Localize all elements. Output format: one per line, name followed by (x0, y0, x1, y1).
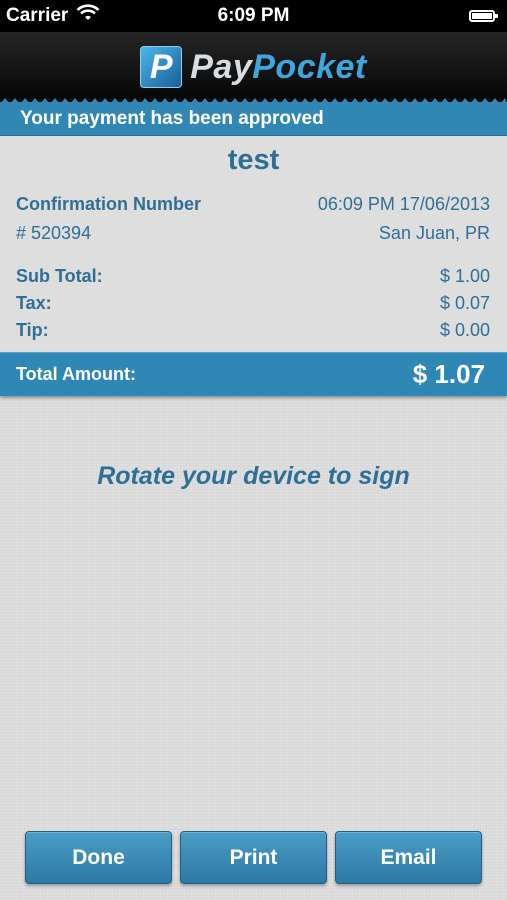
tax-label: Tax: (16, 293, 52, 313)
total-bar: Total Amount: $ 1.07 (0, 352, 507, 396)
tip-row: Tip: $ 0.00 (16, 320, 490, 341)
total-amount: $ 1.07 (412, 359, 485, 389)
signature-area[interactable]: Rotate your device to sign (0, 462, 507, 491)
tax-row: Tax: $ 0.07 (16, 293, 490, 314)
tip-value: $ 0.00 (439, 320, 490, 340)
status-left: Carrier (0, 4, 100, 28)
print-button[interactable]: Print (180, 831, 327, 884)
total-label: Total Amount: (16, 364, 136, 384)
done-button[interactable]: Done (25, 831, 172, 884)
confirmation-label: Confirmation Number (16, 194, 202, 214)
app-header: P PayPocket (0, 32, 507, 102)
approval-message: Your payment has been approved (20, 107, 324, 129)
subtotal-row: Sub Total: $ 1.00 (16, 266, 490, 287)
email-button[interactable]: Email (335, 831, 482, 884)
paypocket-logo-icon: P (140, 46, 183, 88)
carrier-label: Carrier (6, 5, 69, 26)
tax-value: $ 0.07 (439, 293, 490, 313)
subtotal-label: Sub Total: (16, 266, 103, 286)
receipt-card: test Confirmation Number 06:09 PM 17/06/… (0, 136, 507, 352)
confirmation-row: Confirmation Number 06:09 PM 17/06/2013 (16, 194, 490, 215)
brand-part-pay: Pay (190, 47, 253, 86)
status-bar: Carrier 6:09 PM (0, 0, 507, 32)
transaction-location: San Juan, PR (378, 223, 490, 243)
subtotal-value: $ 1.00 (439, 266, 490, 286)
transaction-datetime: 06:09 PM 17/06/2013 (317, 194, 490, 214)
brand-part-pocket: Pocket (252, 47, 367, 86)
battery-icon (469, 10, 498, 22)
confirmation-detail-row: # 520394 San Juan, PR (16, 223, 490, 244)
confirmation-number: # 520394 (16, 223, 92, 243)
signature-prompt: Rotate your device to sign (97, 462, 410, 490)
banner-zigzag-edge (0, 98, 507, 104)
battery-fill (472, 13, 492, 19)
wifi-icon (76, 4, 100, 28)
merchant-name: test (227, 144, 280, 176)
brand-name: PayPocket (190, 48, 367, 87)
logo-letter: P (149, 47, 173, 86)
tip-label: Tip: (16, 320, 49, 340)
approval-banner: Your payment has been approved (0, 98, 507, 136)
